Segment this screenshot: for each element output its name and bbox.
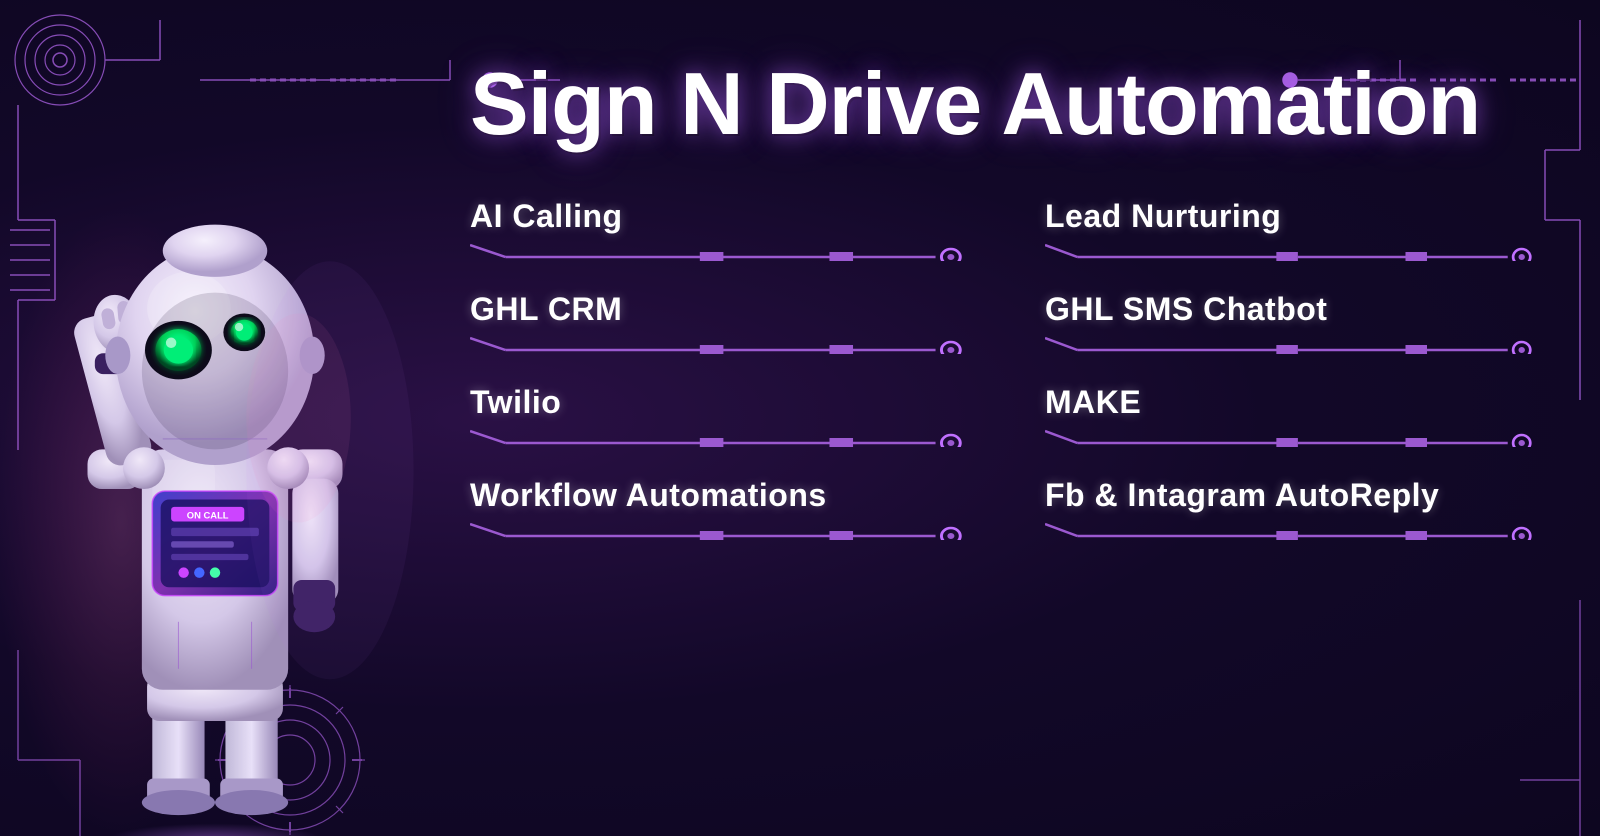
robot-illustration: ON CALL bbox=[0, 0, 430, 836]
feature-label-make: MAKE bbox=[1045, 384, 1540, 421]
feature-label-workflow-automations: Workflow Automations bbox=[470, 477, 965, 514]
connector-workflow-automations bbox=[470, 520, 965, 540]
feature-item-ghl-sms-chatbot: GHL SMS Chatbot bbox=[1045, 291, 1540, 354]
connector-make bbox=[1045, 427, 1540, 447]
robot-section: ON CALL bbox=[0, 0, 430, 836]
connector-ghl-sms-chatbot bbox=[1045, 334, 1540, 354]
connector-ghl-crm bbox=[470, 334, 965, 354]
main-title: Sign N Drive Automation bbox=[470, 60, 1540, 148]
feature-item-twilio: Twilio bbox=[470, 384, 965, 447]
feature-label-twilio: Twilio bbox=[470, 384, 965, 421]
feature-label-lead-nurturing: Lead Nurturing bbox=[1045, 198, 1540, 235]
feature-label-ai-calling: AI Calling bbox=[470, 198, 965, 235]
feature-label-ghl-sms-chatbot: GHL SMS Chatbot bbox=[1045, 291, 1540, 328]
feature-item-make: MAKE bbox=[1045, 384, 1540, 447]
connector-twilio bbox=[470, 427, 965, 447]
main-content: ON CALL bbox=[0, 0, 1600, 836]
right-section: Sign N Drive Automation AI Calling bbox=[430, 0, 1600, 836]
connector-ai-calling bbox=[470, 241, 965, 261]
feature-item-fb-instagram-autoreply: Fb & Intagram AutoReply bbox=[1045, 477, 1540, 540]
feature-item-workflow-automations: Workflow Automations bbox=[470, 477, 965, 540]
feature-item-ghl-crm: GHL CRM bbox=[470, 291, 965, 354]
title-area: Sign N Drive Automation bbox=[470, 40, 1540, 168]
feature-label-fb-instagram-autoreply: Fb & Intagram AutoReply bbox=[1045, 477, 1540, 514]
feature-item-lead-nurturing: Lead Nurturing bbox=[1045, 198, 1540, 261]
feature-label-ghl-crm: GHL CRM bbox=[470, 291, 965, 328]
feature-item-ai-calling: AI Calling bbox=[470, 198, 965, 261]
features-grid: AI Calling bbox=[470, 198, 1540, 540]
connector-fb-instagram-autoreply bbox=[1045, 520, 1540, 540]
connector-lead-nurturing bbox=[1045, 241, 1540, 261]
svg-text:ON CALL: ON CALL bbox=[187, 509, 229, 520]
